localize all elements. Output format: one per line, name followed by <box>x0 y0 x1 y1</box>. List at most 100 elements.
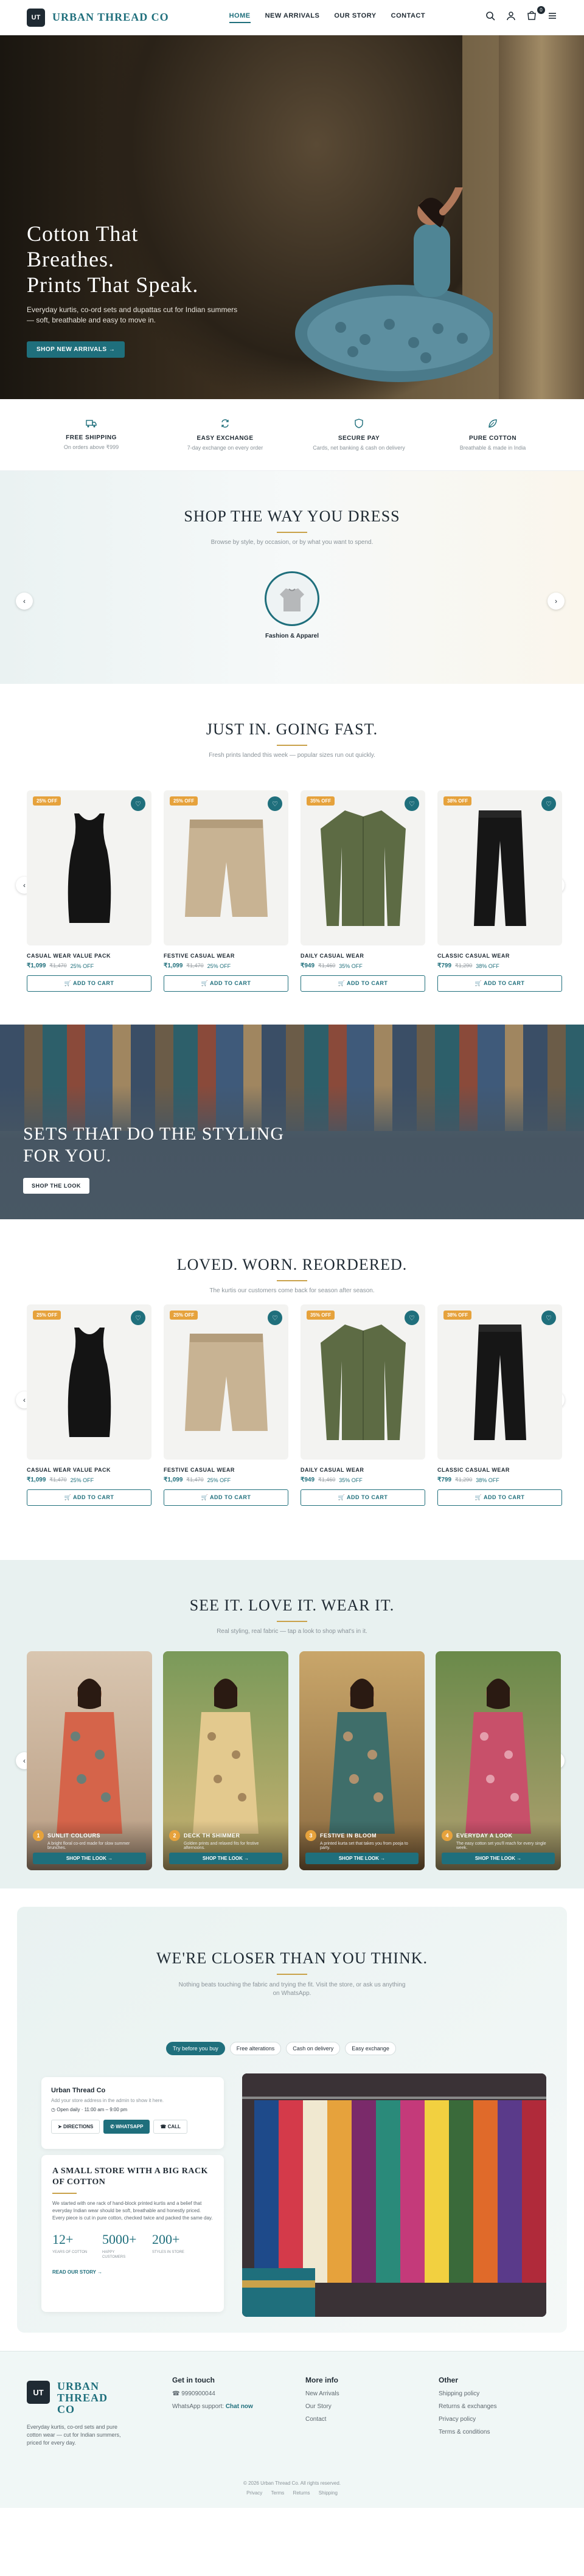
product-card[interactable]: 38% OFF ♡ CLASSIC CASUAL WEAR ₹799 ₹1,290… <box>437 790 562 992</box>
cart-count-badge: 0 <box>537 6 545 14</box>
add-to-cart-button[interactable]: 🛒 ADD TO CART <box>27 1489 151 1506</box>
category-fashion-apparel[interactable]: Fashion & Apparel <box>265 571 319 640</box>
product-card[interactable]: 35% OFF ♡ DAILY CASUAL WEAR ₹949 ₹1,460 35… <box>301 1304 425 1506</box>
hero-model-image <box>295 187 493 382</box>
directions-button[interactable]: ➤ DIRECTIONS <box>51 2120 100 2134</box>
phone-link[interactable]: ☎ 9990900044 <box>172 2390 253 2397</box>
add-to-cart-button[interactable]: 🛒 ADD TO CART <box>164 1489 288 1506</box>
clothing-rack-image <box>242 2073 546 2317</box>
discount-badge: 35% OFF <box>307 796 335 806</box>
nav-home[interactable]: HOME <box>229 12 251 23</box>
nav-our-story[interactable]: OUR STORY <box>334 12 376 23</box>
product-card[interactable]: 25% OFF ♡ CASUAL WEAR VALUE PACK ₹1,099 ₹… <box>27 790 151 992</box>
shop-the-look-button[interactable]: SHOP THE LOOK → <box>169 1853 282 1864</box>
look-card[interactable]: 2 DECK TH SHIMMER Golden prints and relax… <box>163 1651 288 1870</box>
footer-link-shipping[interactable]: Shipping policy <box>439 2390 497 2397</box>
shop-new-arrivals-button[interactable]: SHOP NEW ARRIVALS → <box>27 341 125 358</box>
product-card[interactable]: 25% OFF ♡ FESTIVE CASUAL WEAR ₹1,099 ₹1,4… <box>164 1304 288 1506</box>
add-to-cart-button[interactable]: 🛒 ADD TO CART <box>301 975 425 992</box>
look-title: SUNLIT COLOURS <box>47 1833 100 1839</box>
hero-copy: Cotton That Breathes. Prints That Speak. E… <box>27 221 246 358</box>
footer-link-terms[interactable]: Terms & conditions <box>439 2429 497 2435</box>
loved-section: LOVED. WORN. REORDERED. The kurtis our c… <box>0 1219 584 1560</box>
product-card[interactable]: 38% OFF ♡ CLASSIC CASUAL WEAR ₹799 ₹1,290… <box>437 1304 562 1506</box>
wishlist-icon[interactable]: ♡ <box>541 1311 556 1325</box>
section-title: JUST IN. GOING FAST. <box>206 720 378 738</box>
search-icon[interactable] <box>485 11 495 24</box>
discount-badge: 25% OFF <box>33 796 61 806</box>
footer-link-contact[interactable]: Contact <box>305 2416 339 2423</box>
look-card[interactable]: 3 FESTIVE IN BLOOM A printed kurta set th… <box>299 1651 425 1870</box>
cart-icon[interactable] <box>527 11 537 24</box>
nav-new-arrivals[interactable]: NEW ARRIVALS <box>265 12 320 23</box>
product-image: 25% OFF ♡ <box>27 1304 151 1460</box>
whatsapp-button[interactable]: ✆ WHATSAPP <box>103 2120 150 2134</box>
product-name: DAILY CASUAL WEAR <box>301 1467 364 1473</box>
wishlist-icon[interactable]: ♡ <box>268 1311 282 1325</box>
shop-the-look-button[interactable]: SHOP THE LOOK → <box>33 1853 146 1864</box>
wishlist-icon[interactable]: ♡ <box>405 796 419 811</box>
look-number: 3 <box>305 1830 316 1841</box>
call-button[interactable]: ☎ CALL <box>153 2120 187 2134</box>
footer-link-privacy[interactable]: Privacy policy <box>439 2416 497 2423</box>
nav-contact[interactable]: CONTACT <box>391 12 425 23</box>
shop-the-look-button[interactable]: SHOP THE LOOK <box>23 1178 89 1194</box>
wishlist-icon[interactable]: ♡ <box>268 796 282 811</box>
add-to-cart-button[interactable]: 🛒 ADD TO CART <box>27 975 151 992</box>
discount-badge: 38% OFF <box>443 796 472 806</box>
wishlist-icon[interactable]: ♡ <box>541 796 556 811</box>
pill-free-alterations[interactable]: Free alterations <box>229 2042 282 2055</box>
add-to-cart-button[interactable]: 🛒 ADD TO CART <box>164 975 288 992</box>
shop-the-look-button[interactable]: SHOP THE LOOK → <box>442 1853 555 1864</box>
read-our-story-link[interactable]: READ OUR STORY → <box>52 2269 213 2275</box>
section-title: SEE IT. LOVE IT. WEAR IT. <box>189 1596 395 1614</box>
look-title: FESTIVE IN BLOOM <box>320 1833 377 1839</box>
whatsapp-support: WhatsApp support: Chat now <box>172 2403 253 2410</box>
product-name: CASUAL WEAR VALUE PACK <box>27 1467 111 1473</box>
shop-the-look-button[interactable]: SHOP THE LOOK → <box>305 1853 419 1864</box>
look-card[interactable]: 1 SUNLIT COLOURS A bright floral co-ord m… <box>27 1651 152 1870</box>
product-carousel: 25% OFF ♡ CASUAL WEAR VALUE PACK ₹1,099 ₹… <box>27 790 562 992</box>
pill-try-before-buy[interactable]: Try before you buy <box>166 2042 225 2055</box>
wishlist-icon[interactable]: ♡ <box>405 1311 419 1325</box>
add-to-cart-button[interactable]: 🛒 ADD TO CART <box>437 1489 562 1506</box>
wishlist-icon[interactable]: ♡ <box>131 796 145 811</box>
feature-pure-cotton: PURE COTTON Breathable & made in India <box>432 419 554 451</box>
bottom-link-terms[interactable]: Terms <box>271 2490 285 2496</box>
bottom-link-returns[interactable]: Returns <box>293 2490 310 2496</box>
footer-description: Everyday kurtis, co-ord sets and pure co… <box>27 2424 121 2446</box>
footer-link-new-arrivals[interactable]: New Arrivals <box>305 2390 339 2397</box>
chat-now-link[interactable]: Chat now <box>226 2403 253 2410</box>
feature-free-shipping: FREE SHIPPING On orders above ₹999 <box>30 419 152 451</box>
wishlist-icon[interactable]: ♡ <box>131 1311 145 1325</box>
pill-cash-on-delivery[interactable]: Cash on delivery <box>286 2042 341 2055</box>
pill-easy-exchange[interactable]: Easy exchange <box>345 2042 396 2055</box>
product-card[interactable]: 35% OFF ♡ DAILY CASUAL WEAR ₹949 ₹1,460 35… <box>301 790 425 992</box>
add-to-cart-button[interactable]: 🛒 ADD TO CART <box>301 1489 425 1506</box>
product-card[interactable]: 25% OFF ♡ FESTIVE CASUAL WEAR ₹1,099 ₹1,4… <box>164 790 288 992</box>
title-underline <box>277 532 307 533</box>
footer-link-returns[interactable]: Returns & exchanges <box>439 2403 497 2410</box>
carousel-prev-arrow[interactable]: ‹ <box>16 593 33 610</box>
user-icon[interactable] <box>506 11 516 24</box>
product-price: ₹799 ₹1,290 38% OFF <box>437 1477 499 1483</box>
product-price: ₹1,099 ₹1,470 25% OFF <box>164 963 231 969</box>
footer-link-our-story[interactable]: Our Story <box>305 2403 339 2410</box>
bottom-link-shipping[interactable]: Shipping <box>319 2490 338 2496</box>
footer-logo[interactable]: UT URBAN THREAD CO <box>27 2381 108 2415</box>
store-actions: ➤ DIRECTIONS ✆ WHATSAPP ☎ CALL <box>51 2120 214 2134</box>
carousel-next-arrow[interactable]: › <box>548 593 565 610</box>
add-to-cart-button[interactable]: 🛒 ADD TO CART <box>437 975 562 992</box>
bottom-link-privacy[interactable]: Privacy <box>246 2490 262 2496</box>
product-card[interactable]: 25% OFF ♡ CASUAL WEAR VALUE PACK ₹1,099 ₹… <box>27 1304 151 1506</box>
see-it-section: SEE IT. LOVE IT. WEAR IT. Real styling, … <box>0 1560 584 1888</box>
product-price: ₹949 ₹1,460 35% OFF <box>301 963 363 969</box>
logo-mark: UT <box>27 8 45 27</box>
discount-badge: 35% OFF <box>307 1311 335 1320</box>
menu-icon[interactable] <box>548 11 557 24</box>
look-number: 4 <box>442 1830 453 1841</box>
store-section: WE'RE CLOSER THAN YOU THINK. Nothing bea… <box>0 1888 584 2351</box>
title-underline <box>277 1280 307 1281</box>
look-card[interactable]: 4 EVERYDAY A LOOK The easy cotton set you… <box>436 1651 561 1870</box>
logo[interactable]: UT URBAN THREAD CO <box>27 8 169 27</box>
